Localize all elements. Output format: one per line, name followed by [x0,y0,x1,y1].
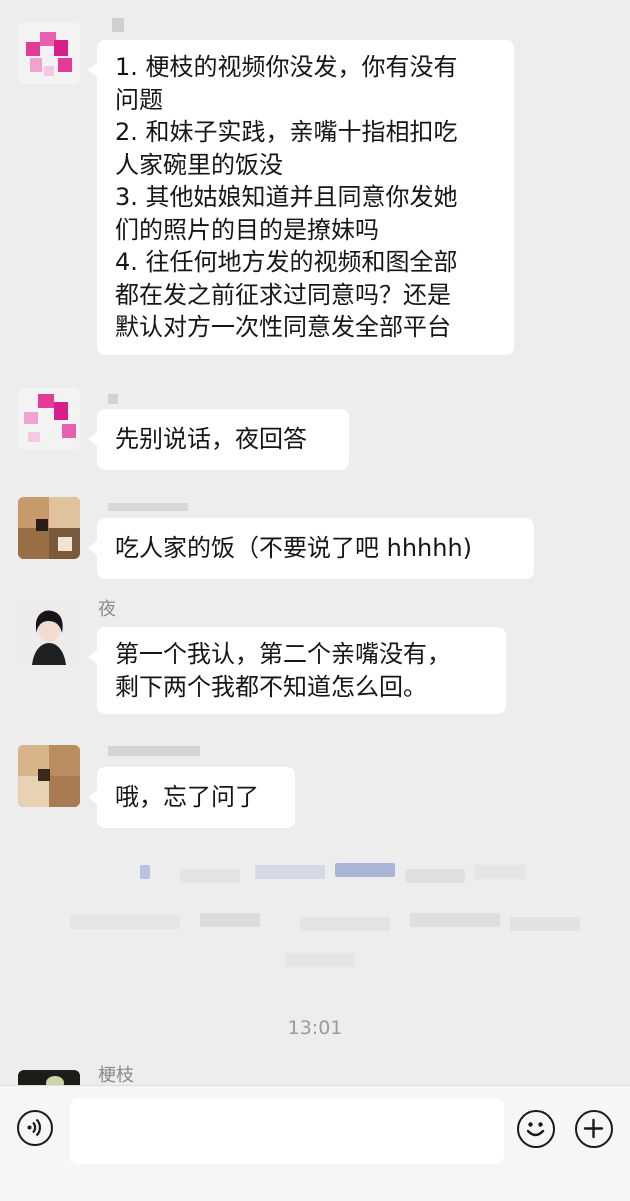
sender-name-redacted [108,394,118,404]
chat-history[interactable]: 1. 梗枝的视频你没发，你有没有 问题 2. 和妹子实践，亲嘴十指相扣吃 人家碗… [0,0,630,1085]
voice-icon[interactable] [17,1110,53,1146]
message-line: 默认对方一次性同意发全部平台 [115,313,451,341]
message-line: 4. 往任何地方发的视频和图全部 [115,248,458,276]
input-bar [0,1085,630,1201]
message-bubble[interactable]: 哦，忘了问了 [88,767,295,828]
timestamp: 13:01 [287,1017,343,1039]
message-bubble[interactable]: 1. 梗枝的视频你没发，你有没有 问题 2. 和妹子实践，亲嘴十指相扣吃 人家碗… [88,40,514,355]
message-line: 吃人家的饭（不要说了吧 hhhhh) [115,534,473,562]
avatar[interactable] [18,497,80,559]
message-line: 们的照片的目的是撩妹吗 [115,215,379,244]
message-input[interactable] [70,1098,504,1164]
sender-name-redacted [108,746,200,756]
emoji-icon[interactable] [517,1110,555,1148]
sender-name: 梗枝 [98,1065,134,1086]
plus-icon[interactable] [575,1110,613,1148]
message-line: 剩下两个我都不知道怎么回。 [115,672,427,701]
message-bubble[interactable]: 先别说话，夜回答 [88,409,349,470]
avatar[interactable] [18,388,80,450]
avatar[interactable] [18,1070,80,1085]
message-line: 问题 [115,85,163,114]
sender-name-redacted [108,503,188,511]
message-line: 2. 和妹子实践，亲嘴十指相扣吃 [115,118,458,146]
avatar[interactable] [18,603,80,665]
message-line: 哦，忘了问了 [115,783,259,811]
message-line: 都在发之前征求过同意吗？还是 [115,280,451,309]
avatar[interactable] [18,745,80,807]
message-line: 3. 其他姑娘知道并且同意你发她 [115,183,458,211]
message-line: 人家碗里的饭没 [115,150,283,179]
message-line: 1. 梗枝的视频你没发，你有没有 [115,53,458,81]
blurred-system-notice [70,845,590,975]
avatar[interactable] [18,22,80,84]
sender-name-redacted [112,18,124,32]
message-bubble[interactable]: 吃人家的饭（不要说了吧 hhhhh) [88,518,534,579]
message-bubble[interactable]: 第一个我认，第二个亲嘴没有， 剩下两个我都不知道怎么回。 [88,627,506,714]
message-line: 第一个我认，第二个亲嘴没有， [115,640,451,668]
message-line: 先别说话，夜回答 [115,425,307,453]
sender-name: 夜 [98,599,116,620]
